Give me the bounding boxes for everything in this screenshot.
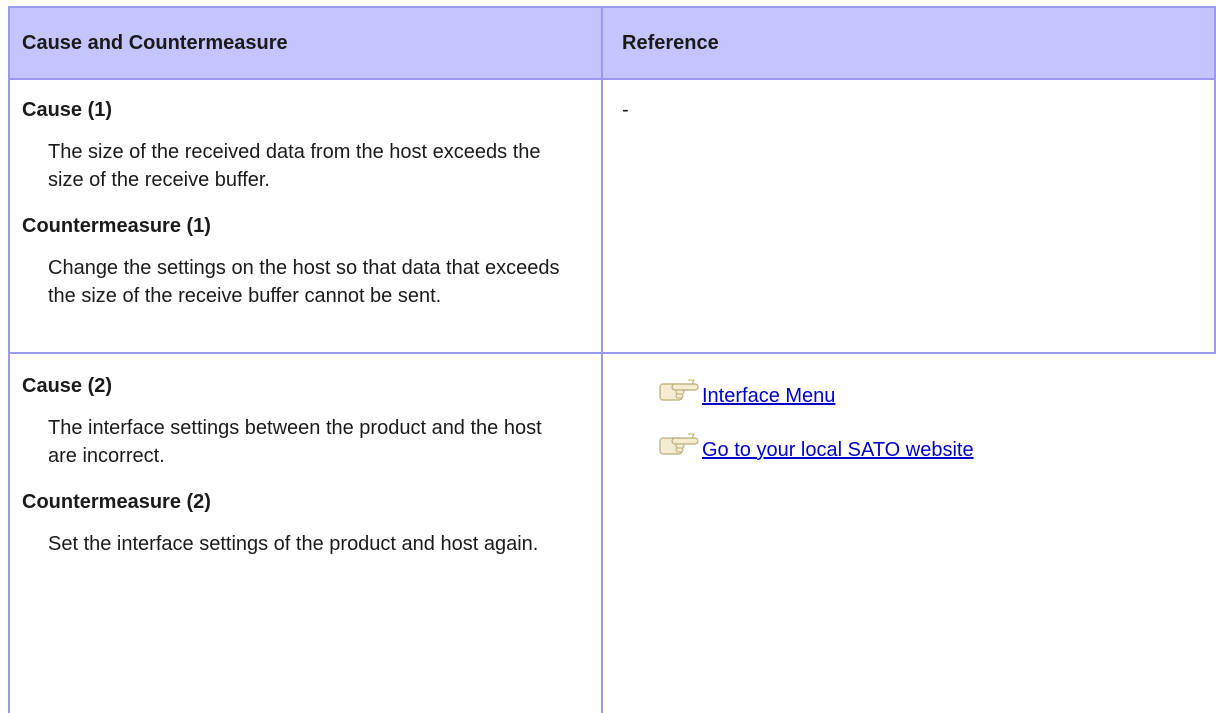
cause-title: Cause (2) <box>22 375 113 397</box>
cause-text: The interface settings between the produ… <box>48 417 542 467</box>
header-cause-countermeasure: Cause and Countermeasure <box>22 31 288 54</box>
countermeasure-title: Countermeasure (2) <box>22 491 211 513</box>
reference-link-item[interactable]: Go to your local SATO website <box>658 430 1216 461</box>
cause-cell: Cause (2) The interface settings between… <box>22 374 602 558</box>
reference-cell: Interface Menu Go to your local SATO web… <box>658 376 1216 461</box>
interface-menu-link[interactable]: Interface Menu <box>702 384 835 408</box>
cause-cell: Cause (1) The size of the received data … <box>22 98 602 310</box>
countermeasure-text: Change the settings on the host so that … <box>48 257 560 307</box>
table-header: Cause and Countermeasure Reference <box>8 6 1216 80</box>
pointing-hand-icon <box>658 430 702 456</box>
reference-cell: - <box>622 98 1202 122</box>
reference-link-item[interactable]: Interface Menu <box>658 376 1216 407</box>
table-row: Cause (2) The interface settings between… <box>8 354 1216 713</box>
table-row: Cause (1) The size of the received data … <box>8 80 1216 352</box>
cause-title: Cause (1) <box>22 99 113 121</box>
sato-website-link[interactable]: Go to your local SATO website <box>702 438 974 462</box>
pointing-hand-icon <box>658 376 702 402</box>
header-reference: Reference <box>622 31 719 54</box>
countermeasure-text: Set the interface settings of the produc… <box>48 533 539 555</box>
cause-text: The size of the received data from the h… <box>48 141 541 191</box>
reference-none: - <box>622 99 629 121</box>
countermeasure-title: Countermeasure (1) <box>22 215 211 237</box>
troubleshooting-table: Cause and Countermeasure Reference Cause… <box>8 6 1216 713</box>
